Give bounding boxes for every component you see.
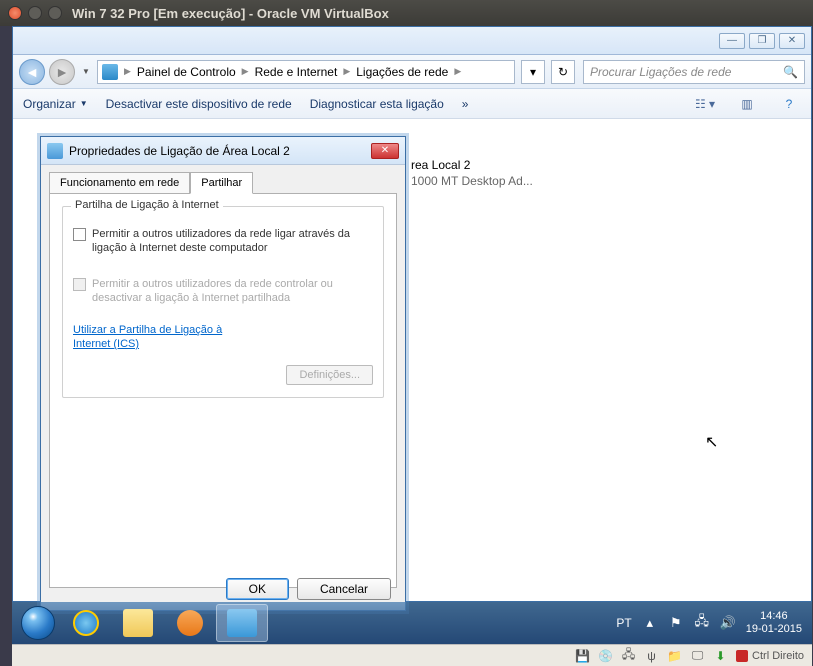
network-adapter-item[interactable]: rea Local 2 1000 MT Desktop Ad... — [411, 157, 566, 189]
host-close-button[interactable] — [8, 6, 22, 20]
address-bar[interactable]: ▶ Painel de Controlo ▶ Rede e Internet ▶… — [97, 60, 515, 84]
taskbar: PT ▴ ⚑ 🖧 🔊 14:46 19-01-2015 — [12, 602, 812, 644]
breadcrumb-connections[interactable]: Ligações de rede — [352, 65, 452, 79]
taskbar-media-player[interactable] — [164, 604, 216, 642]
allow-connect-label: Permitir a outros utilizadores da rede l… — [92, 227, 373, 255]
nav-history-dropdown[interactable]: ▼ — [79, 59, 93, 85]
more-commands[interactable]: » — [462, 97, 469, 111]
language-indicator[interactable]: PT — [616, 616, 631, 630]
refresh-button[interactable]: ↻ — [551, 60, 575, 84]
maximize-button[interactable]: ❐ — [749, 33, 775, 49]
volume-icon[interactable]: 🔊 — [720, 615, 736, 631]
chevron-right-icon: ▶ — [240, 66, 251, 77]
adapter-device: 1000 MT Desktop Ad... — [411, 173, 566, 189]
media-player-icon — [177, 610, 203, 636]
tab-networking[interactable]: Funcionamento em rede — [49, 172, 190, 194]
close-button[interactable]: ✕ — [779, 33, 805, 49]
clock-time: 14:46 — [746, 610, 802, 623]
vbox-mouse-icon[interactable]: ⬇ — [713, 648, 728, 663]
host-maximize-button[interactable] — [48, 6, 62, 20]
adapter-name: rea Local 2 — [411, 157, 566, 173]
tab-content: Partilha de Ligação à Internet Permitir … — [49, 193, 397, 588]
host-key-label: Ctrl Direito — [752, 650, 804, 662]
dialog-titlebar[interactable]: Propriedades de Ligação de Área Local 2 … — [41, 137, 405, 165]
taskbar-ie[interactable] — [60, 604, 112, 642]
network-icon — [227, 609, 257, 637]
host-key-indicator[interactable]: Ctrl Direito — [736, 650, 804, 662]
cancel-button[interactable]: Cancelar — [297, 578, 391, 600]
start-button[interactable] — [16, 604, 60, 642]
host-key-icon — [736, 650, 748, 662]
taskbar-network[interactable] — [216, 604, 268, 642]
tab-sharing[interactable]: Partilhar — [190, 172, 253, 194]
tray-chevron-icon[interactable]: ▴ — [642, 615, 658, 631]
tray-network-icon[interactable]: 🖧 — [694, 615, 710, 631]
breadcrumb-control-panel[interactable]: Painel de Controlo — [133, 65, 240, 79]
definitions-button: Definições... — [286, 365, 373, 385]
location-icon — [102, 64, 118, 80]
vbox-network-icon[interactable]: 🖧 — [621, 648, 636, 663]
ok-button[interactable]: OK — [226, 578, 289, 600]
vbox-hdd-icon[interactable]: 💾 — [575, 648, 590, 663]
dialog-title: Propriedades de Ligação de Área Local 2 — [69, 144, 290, 158]
vbox-optical-icon[interactable]: 💿 — [598, 648, 613, 663]
windows-orb-icon — [21, 606, 55, 640]
dialog-close-button[interactable]: ✕ — [371, 143, 399, 159]
vbox-usb-icon[interactable]: ψ — [644, 648, 659, 663]
allow-connect-checkbox[interactable] — [73, 228, 86, 241]
view-options-button[interactable]: ☷ ▾ — [693, 94, 717, 114]
clock-date: 19-01-2015 — [746, 623, 802, 636]
properties-dialog: Propriedades de Ligação de Área Local 2 … — [40, 136, 406, 611]
minimize-button[interactable]: — — [719, 33, 745, 49]
chevron-right-icon: ▶ — [341, 66, 352, 77]
back-button[interactable]: ◄ — [19, 59, 45, 85]
address-dropdown[interactable]: ▾ — [521, 60, 545, 84]
search-icon[interactable]: 🔍 — [783, 65, 798, 79]
search-placeholder: Procurar Ligações de rede — [590, 65, 731, 79]
host-titlebar: Win 7 32 Pro [Em execução] - Oracle VM V… — [0, 0, 813, 26]
organize-menu[interactable]: Organizar ▼ — [23, 97, 88, 111]
command-bar: Organizar ▼ Desactivar este dispositivo … — [13, 89, 811, 119]
ie-icon — [73, 610, 99, 636]
search-input[interactable]: Procurar Ligações de rede 🔍 — [583, 60, 805, 84]
help-button[interactable]: ? — [777, 94, 801, 114]
ics-link[interactable]: Utilizar a Partilha de Ligação à Interne… — [73, 323, 253, 351]
group-legend: Partilha de Ligação à Internet — [71, 199, 223, 211]
forward-button[interactable]: ► — [49, 59, 75, 85]
breadcrumb-network-internet[interactable]: Rede e Internet — [251, 65, 342, 79]
disable-device-button[interactable]: Desactivar este dispositivo de rede — [106, 97, 292, 111]
virtualbox-statusbar: 💾 💿 🖧 ψ 📁 🖵 ⬇ Ctrl Direito — [12, 644, 812, 666]
action-center-icon[interactable]: ⚑ — [668, 615, 684, 631]
chevron-right-icon: ▶ — [452, 66, 463, 77]
preview-pane-button[interactable]: ▥ — [735, 94, 759, 114]
chevron-right-icon: ▶ — [122, 66, 133, 77]
sharing-group: Partilha de Ligação à Internet Permitir … — [62, 206, 384, 398]
taskbar-explorer[interactable] — [112, 604, 164, 642]
host-title: Win 7 32 Pro [Em execução] - Oracle VM V… — [72, 6, 389, 21]
vbox-display-icon[interactable]: 🖵 — [690, 648, 705, 663]
diagnose-button[interactable]: Diagnosticar esta ligação — [310, 97, 444, 111]
adapter-icon — [47, 143, 63, 159]
host-minimize-button[interactable] — [28, 6, 42, 20]
folder-icon — [123, 609, 153, 637]
vbox-shared-folder-icon[interactable]: 📁 — [667, 648, 682, 663]
allow-control-checkbox — [73, 278, 86, 291]
allow-control-label: Permitir a outros utilizadores da rede c… — [92, 277, 373, 305]
clock[interactable]: 14:46 19-01-2015 — [746, 610, 802, 636]
